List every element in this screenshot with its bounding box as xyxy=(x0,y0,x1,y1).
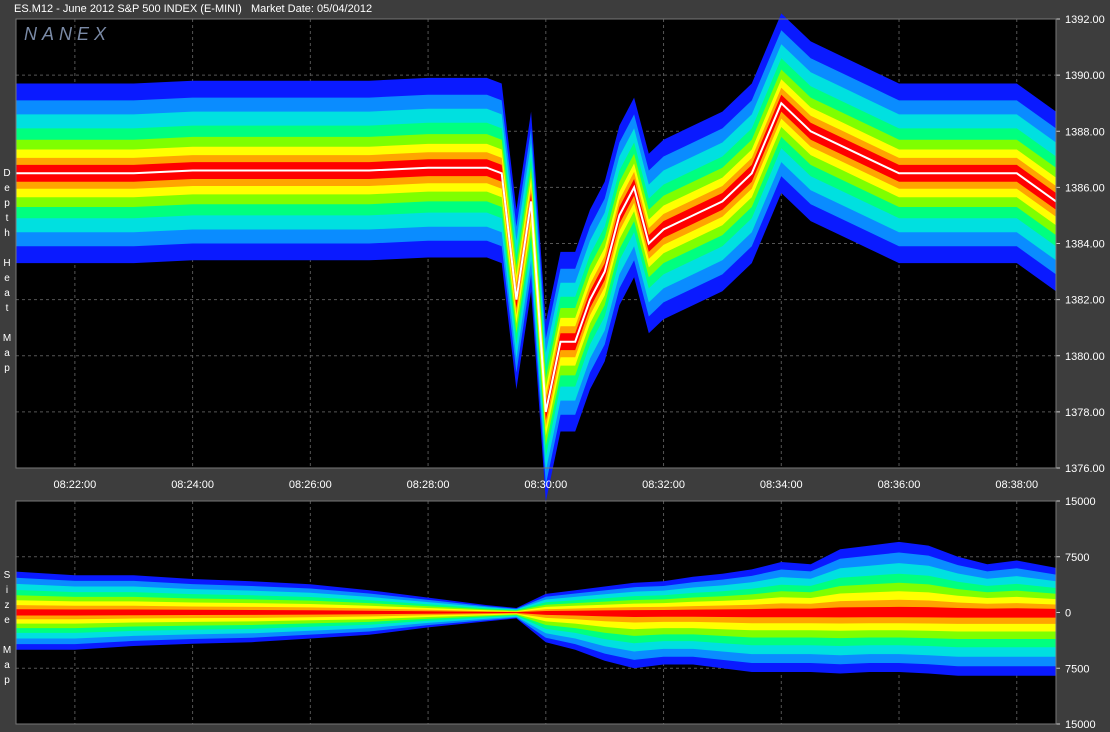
depth-y-tick-label: 1380.00 xyxy=(1065,351,1105,363)
x-tick-label: 08:26:00 xyxy=(289,479,332,491)
x-tick-label: 08:22:00 xyxy=(53,479,96,491)
x-tick-label: 08:24:00 xyxy=(171,479,214,491)
depth-y-tick-label: 1376.00 xyxy=(1065,463,1105,475)
depth-y-tick-label: 1390.00 xyxy=(1065,70,1105,82)
x-tick-label: 08:34:00 xyxy=(760,479,803,491)
depth-y-tick-label: 1382.00 xyxy=(1065,295,1105,307)
size-y-tick-label: 7500 xyxy=(1065,663,1089,675)
depth-y-tick-label: 1392.00 xyxy=(1065,14,1105,26)
x-tick-label: 08:38:00 xyxy=(995,479,1038,491)
size-y-tick-label: 7500 xyxy=(1065,552,1089,564)
x-tick-label: 08:36:00 xyxy=(878,479,921,491)
depth-y-tick-label: 1384.00 xyxy=(1065,239,1105,251)
chart-canvas: 08:22:00 08:24:00 08:26:00 08:28:00 08:30:00… xyxy=(15,13,1105,731)
size-y-tick-label: 15000 xyxy=(1065,496,1096,508)
x-tick-label: 08:32:00 xyxy=(642,479,685,491)
depth-y-tick-label: 1388.00 xyxy=(1065,126,1105,138)
size-y-tick-label: 0 xyxy=(1065,608,1071,620)
size-y-tick-label: 15000 xyxy=(1065,719,1096,731)
x-tick-label: 08:30:00 xyxy=(524,479,567,491)
depth-y-tick-label: 1386.00 xyxy=(1065,182,1105,194)
x-tick-label: 08:28:00 xyxy=(407,479,450,491)
depth-y-tick-label: 1378.00 xyxy=(1065,407,1105,419)
nanex-watermark: NANEX xyxy=(24,24,111,44)
